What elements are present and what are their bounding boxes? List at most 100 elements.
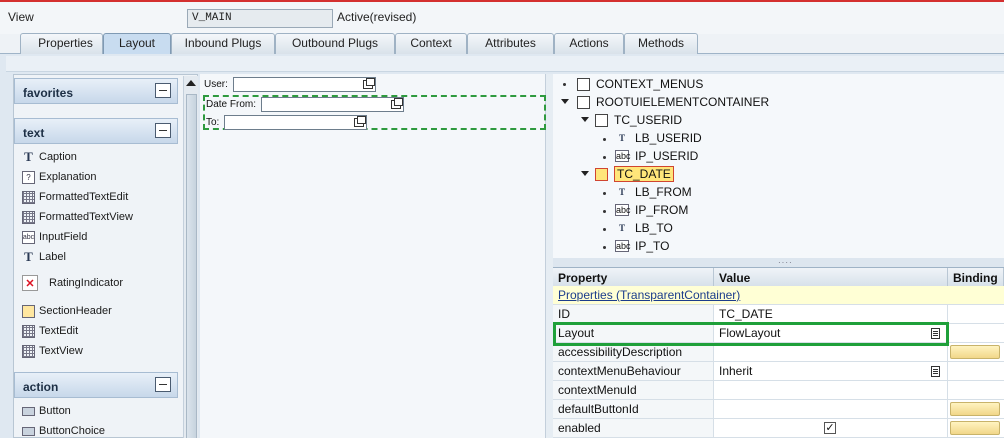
binding-cell: [948, 419, 1004, 437]
collapse-button[interactable]: [155, 83, 171, 98]
tree-node-rootuielementcontainer[interactable]: ROOTUIELEMENTCONTAINER: [577, 93, 769, 111]
bullet-icon: [603, 192, 606, 195]
grid-icon: [22, 324, 35, 338]
to-input[interactable]: [224, 115, 367, 130]
user-label: User:: [204, 79, 228, 90]
label-icon: T: [618, 187, 625, 197]
bullet-icon: [603, 246, 606, 249]
palette-item-sectionheader[interactable]: SectionHeader: [22, 302, 112, 320]
tree-node-tc-userid[interactable]: TC_USERID: [595, 111, 682, 129]
binding-button[interactable]: [950, 402, 1000, 416]
scroll-thumb[interactable]: [186, 94, 197, 438]
label-icon: T: [618, 133, 625, 143]
value-help-icon[interactable]: [363, 78, 375, 89]
grid-icon: [22, 210, 35, 224]
view-name-field[interactable]: V_MAIN: [187, 9, 333, 28]
property-row-contextmenubehaviour[interactable]: contextMenuBehaviour Inherit: [553, 362, 1004, 381]
palette-item-formattedtextedit[interactable]: FormattedTextEdit: [22, 188, 128, 206]
palette-item-explanation[interactable]: ? Explanation: [22, 168, 97, 186]
tab-attributes[interactable]: Attributes: [467, 33, 554, 54]
ui-element-palette: favorites text T Caption ? Explanation For…: [13, 74, 198, 438]
user-input[interactable]: [233, 77, 376, 92]
palette-item-formattedtextview[interactable]: FormattedTextView: [22, 208, 133, 226]
expand-icon[interactable]: [561, 99, 569, 104]
binding-cell: [948, 324, 1004, 342]
property-name: contextMenuId: [553, 381, 714, 399]
property-value[interactable]: Inherit: [714, 362, 948, 380]
tab-outbound-plugs[interactable]: Outbound Plugs: [275, 33, 395, 54]
property-value[interactable]: [714, 400, 948, 418]
layout-canvas[interactable]: User: Date From: To:: [200, 74, 546, 438]
property-row-contextmenuid[interactable]: contextMenuId: [553, 381, 1004, 400]
grid-icon: [22, 190, 35, 204]
property-value[interactable]: [714, 381, 948, 399]
column-header-property[interactable]: Property: [553, 268, 714, 287]
date-container[interactable]: Date From: To:: [203, 95, 546, 130]
palette-item-caption[interactable]: T Caption: [22, 148, 77, 166]
property-name: contextMenuBehaviour: [553, 362, 714, 380]
section-link[interactable]: Properties (TransparentContainer): [558, 288, 740, 302]
tree-node-lb-userid[interactable]: T LB_USERID: [615, 129, 702, 147]
ui-element-hierarchy: CONTEXT_MENUS ROOTUIELEMENTCONTAINER TC_…: [553, 74, 1004, 260]
to-label: To:: [206, 117, 220, 128]
group-label: text: [23, 126, 45, 140]
tree-node-tc-date[interactable]: TC_DATE: [595, 165, 674, 183]
palette-group-action[interactable]: action: [14, 372, 178, 398]
horizontal-splitter[interactable]: ····: [553, 258, 1004, 267]
tree-node-ip-to[interactable]: abc IP_TO: [615, 237, 669, 255]
tab-inbound-plugs[interactable]: Inbound Plugs: [171, 33, 275, 54]
property-row-defaultbuttonid[interactable]: defaultButtonId: [553, 400, 1004, 419]
value-help-icon[interactable]: [354, 116, 366, 127]
layout-row-highlight: [553, 322, 949, 346]
bullet-icon: [603, 228, 606, 231]
palette-item-button[interactable]: Button: [22, 402, 71, 420]
binding-cell: [948, 305, 1004, 323]
value-help-icon[interactable]: [391, 98, 403, 109]
palette-group-text[interactable]: text: [14, 118, 178, 144]
grip-icon: ····: [778, 258, 793, 267]
group-label: action: [23, 380, 59, 394]
enabled-checkbox[interactable]: ✓: [824, 422, 836, 434]
tab-methods[interactable]: Methods: [624, 33, 698, 54]
input-field-icon: abc: [22, 230, 35, 244]
property-value[interactable]: TC_DATE: [714, 305, 948, 323]
palette-item-buttonchoice[interactable]: ButtonChoice: [22, 422, 105, 437]
property-row-enabled[interactable]: enabled ✓: [553, 419, 1004, 438]
tree-node-lb-from[interactable]: T LB_FROM: [615, 183, 692, 201]
property-section-header[interactable]: Properties (TransparentContainer): [553, 286, 1004, 305]
expand-icon[interactable]: [581, 171, 589, 176]
binding-button[interactable]: [950, 421, 1000, 435]
tab-context[interactable]: Context: [395, 33, 467, 54]
palette-item-label[interactable]: T Label: [22, 248, 66, 266]
property-value[interactable]: ✓: [714, 419, 948, 437]
tree-node-lb-to[interactable]: T LB_TO: [615, 219, 673, 237]
tree-node-ip-from[interactable]: abc IP_FROM: [615, 201, 688, 219]
date-from-label: Date From:: [206, 99, 257, 110]
property-name: ID: [553, 305, 714, 323]
dropdown-icon[interactable]: [931, 366, 940, 377]
container-icon: [577, 77, 590, 91]
container-icon: [577, 95, 590, 109]
collapse-button[interactable]: [155, 377, 171, 392]
expand-icon[interactable]: [581, 117, 589, 122]
tree-node-context-menus[interactable]: CONTEXT_MENUS: [577, 75, 703, 93]
collapse-button[interactable]: [155, 123, 171, 138]
tab-actions[interactable]: Actions: [554, 33, 624, 54]
column-header-binding[interactable]: Binding: [948, 268, 1004, 287]
button-icon: [22, 426, 35, 436]
palette-item-textview[interactable]: TextView: [22, 342, 83, 360]
palette-item-ratingindicator[interactable]: ✕ RatingIndicator: [22, 274, 123, 292]
date-from-input[interactable]: [261, 97, 404, 112]
palette-item-textedit[interactable]: TextEdit: [22, 322, 78, 340]
binding-button[interactable]: [950, 345, 1000, 359]
section-header-icon: [22, 304, 35, 318]
scroll-up-icon[interactable]: [186, 80, 196, 86]
palette-scrollbar[interactable]: [183, 76, 198, 438]
tab-layout[interactable]: Layout: [103, 33, 171, 54]
vertical-splitter[interactable]: [546, 74, 553, 438]
column-header-value[interactable]: Value: [714, 268, 948, 287]
palette-item-inputfield[interactable]: abc InputField: [22, 228, 87, 246]
tab-properties[interactable]: Properties: [20, 33, 103, 54]
tree-node-ip-userid[interactable]: abc IP_USERID: [615, 147, 698, 165]
palette-group-favorites[interactable]: favorites: [14, 78, 178, 104]
